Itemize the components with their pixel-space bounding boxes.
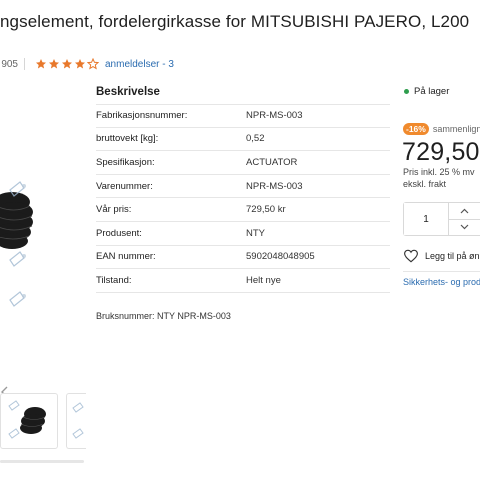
vat-note-line: Pris inkl. 25 % mv (403, 167, 475, 177)
row-value: 5902048048905 (246, 251, 315, 263)
quantity-steps (449, 203, 480, 235)
stock-status-label: På lager (414, 86, 450, 97)
table-row: bruttovekt [kg]: 0,52 (96, 128, 390, 152)
quantity-stepper (403, 202, 480, 236)
star-icon (36, 59, 46, 69)
row-key: bruttovekt [kg]: (96, 133, 159, 145)
row-value: 729,50 kr (246, 204, 286, 216)
heart-icon (404, 249, 418, 263)
gallery-scrollbar[interactable] (0, 460, 84, 463)
in-stock-dot-icon (404, 89, 409, 94)
table-row: EAN nummer: 5902048048905 (96, 246, 390, 270)
star-empty-icon (87, 58, 99, 70)
thumbnail-image (8, 400, 46, 439)
row-key: Tilstand: (96, 274, 132, 286)
chevron-down-icon (460, 224, 469, 230)
row-value: ACTUATOR (246, 156, 298, 168)
star-icon (49, 59, 59, 69)
table-row: Varenummer: NPR-MS-003 (96, 175, 390, 199)
thumbnail-image (72, 402, 84, 439)
quantity-decrease-button[interactable] (449, 218, 480, 235)
quantity-increase-button[interactable] (449, 203, 480, 219)
product-price: 729,50 (402, 138, 480, 166)
table-row: Spesifikasjon: ACTUATOR (96, 151, 390, 175)
product-meta-row: 905 anmeldelser - 3 (0, 56, 174, 72)
reviews-link[interactable]: anmeldelser - 3 (105, 59, 174, 70)
discount-badge: -16% (403, 123, 429, 135)
product-main-image[interactable] (0, 150, 40, 320)
description-table: Fabrikasjonsnummer: NPR-MS-003 bruttovek… (96, 104, 390, 293)
quantity-input[interactable] (404, 203, 449, 235)
shipping-note-line: ekskl. frakt (403, 179, 447, 189)
star-icon (75, 59, 85, 69)
row-value: NPR-MS-003 (246, 110, 303, 122)
row-key: Spesifikasjon: (96, 156, 155, 168)
table-row: Vår pris: 729,50 kr (96, 198, 390, 222)
table-row: Produsent: NTY (96, 222, 390, 246)
row-key: Fabrikasjonsnummer: (96, 110, 188, 122)
vat-note: Pris inkl. 25 % mv ekskl. frakt (403, 166, 475, 190)
table-row: Tilstand: Helt nye (96, 269, 390, 293)
table-row: Fabrikasjonsnummer: NPR-MS-003 (96, 104, 390, 128)
row-key: Vår pris: (96, 204, 132, 216)
product-title: ngselement, fordelergirkasse for MITSUBI… (0, 12, 470, 31)
row-key: Varenummer: (96, 180, 153, 192)
panel-divider (403, 271, 480, 272)
gallery-thumbnail[interactable] (66, 393, 86, 449)
row-value: 0,52 (246, 133, 265, 145)
row-value: NTY (246, 227, 265, 239)
product-code-fragment: 905 (1, 58, 18, 70)
description-heading: Beskrivelse (96, 86, 160, 98)
safety-info-link[interactable]: Sikkerhets- og prod (403, 277, 480, 287)
usage-number-note: Bruksnummer: NTY NPR-MS-003 (96, 311, 231, 321)
stock-status: På lager (404, 86, 449, 97)
row-key: EAN nummer: (96, 251, 156, 263)
rating-stars (35, 58, 99, 70)
wishlist-label: Legg til på øn (425, 251, 480, 261)
row-value: Helt nye (246, 274, 281, 286)
rubber-boot-image (0, 181, 33, 307)
gallery-thumbnail[interactable] (0, 393, 58, 449)
chevron-up-icon (460, 208, 469, 214)
compare-price-label: sammenlign (432, 124, 480, 134)
meta-divider (24, 58, 25, 70)
row-key: Produsent: (96, 227, 142, 239)
star-icon (62, 59, 72, 69)
discount-row: -16% sammenlign (403, 123, 480, 135)
add-to-wishlist-button[interactable]: Legg til på øn (403, 249, 480, 263)
row-value: NPR-MS-003 (246, 180, 303, 192)
